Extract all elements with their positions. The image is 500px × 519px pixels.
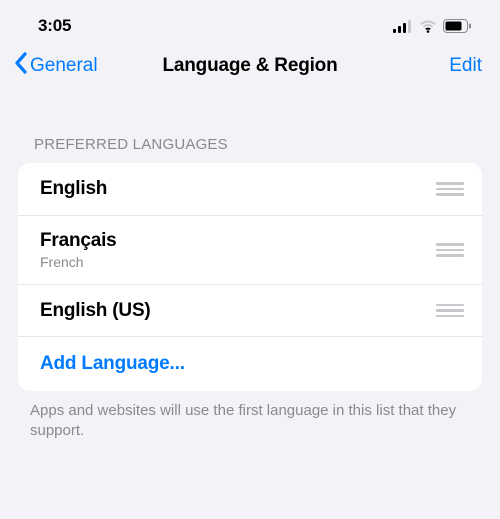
nav-bar: General Language & Region Edit [0,44,500,94]
language-subtitle: French [40,254,117,270]
section-header: Preferred Languages [0,136,500,163]
cellular-signal-icon [393,20,413,33]
language-title: English (US) [40,300,151,322]
section-footer: Apps and websites will use the first lan… [0,391,500,442]
add-language-row[interactable]: Add Language... [18,336,482,391]
language-row[interactable]: Français French [18,215,482,284]
back-button[interactable]: General [14,52,98,80]
language-title: Français [40,230,117,252]
status-icons [393,19,472,33]
language-row-text: English [40,178,107,200]
drag-handle-icon[interactable] [436,182,464,196]
language-row[interactable]: English (US) [18,284,482,336]
language-row[interactable]: English [18,163,482,215]
status-time: 3:05 [38,16,71,36]
page-title: Language & Region [163,55,338,77]
status-bar: 3:05 [0,0,500,44]
drag-handle-icon[interactable] [436,243,464,257]
language-title: English [40,178,107,200]
preferred-languages-section: Preferred Languages English Français Fre… [0,136,500,442]
back-label: General [30,55,98,77]
languages-list: English Français French English (US) [18,163,482,391]
language-row-text: English (US) [40,300,151,322]
add-language-link: Add Language... [40,353,185,374]
wifi-icon [419,20,437,33]
battery-icon [443,19,472,33]
drag-handle-icon[interactable] [436,304,464,318]
chevron-left-icon [14,52,28,80]
language-row-text: Français French [40,230,117,270]
edit-button[interactable]: Edit [449,55,482,77]
